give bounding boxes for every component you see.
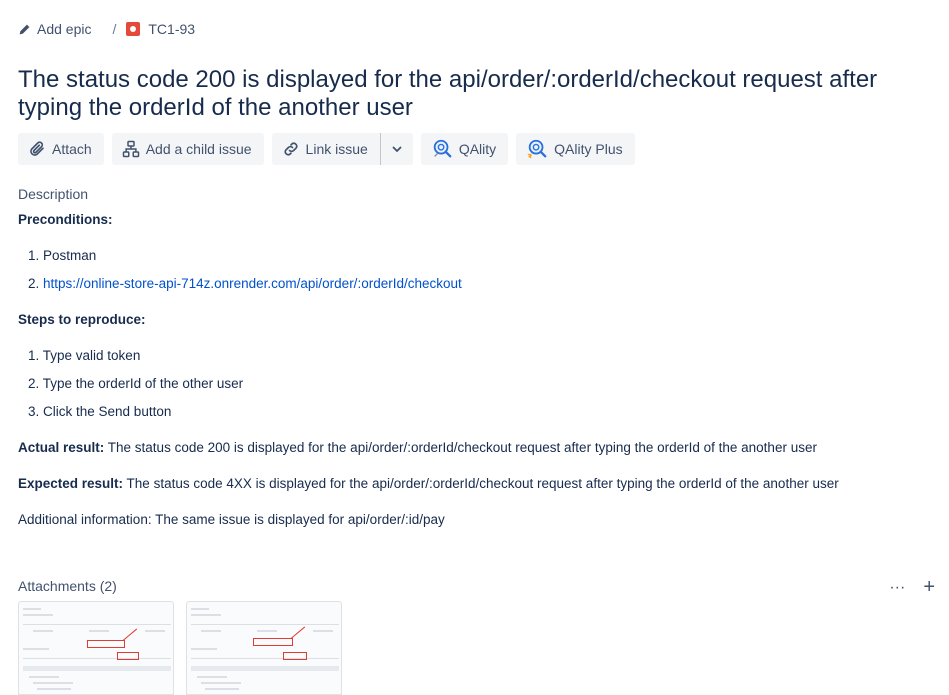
precondition-item: 1. Postman bbox=[28, 248, 97, 263]
more-options-icon[interactable]: ··· bbox=[889, 579, 905, 597]
attachment-thumbnail[interactable] bbox=[18, 601, 174, 695]
add-epic-label: Add epic bbox=[37, 21, 92, 37]
actual-result: Actual result: The status code 200 is di… bbox=[18, 440, 817, 455]
step-item: 3. Click the Send button bbox=[28, 404, 172, 419]
add-epic-link[interactable]: Add epic bbox=[18, 21, 91, 37]
link-issue-label: Link issue bbox=[305, 141, 368, 157]
hierarchy-icon bbox=[122, 140, 139, 158]
chevron-down-icon bbox=[392, 146, 402, 153]
step-item: 2. Type the orderId of the other user bbox=[28, 376, 244, 391]
step-item: 1. Type valid token bbox=[28, 348, 141, 363]
qality-plus-label: QAlity Plus bbox=[554, 141, 623, 157]
link-issue-button[interactable]: Link issue bbox=[271, 133, 380, 165]
qality-plus-button[interactable]: QAlity Plus bbox=[516, 133, 635, 165]
attach-label: Attach bbox=[52, 141, 92, 157]
preconditions-heading: Preconditions: bbox=[18, 212, 113, 227]
issue-key-link[interactable]: TC1-93 bbox=[126, 21, 195, 37]
add-child-issue-label: Add a child issue bbox=[145, 141, 252, 157]
expected-result: Expected result: The status code 4XX is … bbox=[18, 476, 839, 491]
breadcrumb: Add epic / TC1-93 bbox=[18, 19, 195, 39]
link-issue-dropdown-button[interactable] bbox=[380, 133, 413, 165]
attach-button[interactable]: Attach bbox=[18, 133, 104, 165]
paperclip-icon bbox=[30, 141, 44, 156]
link-issue-split-button: Link issue bbox=[271, 133, 413, 165]
bug-icon bbox=[126, 22, 141, 36]
checkout-endpoint-link[interactable]: https://online-store-api-714z.onrender.c… bbox=[43, 276, 462, 291]
qality-icon bbox=[433, 139, 452, 158]
attachment-thumbnail[interactable] bbox=[186, 601, 342, 695]
issue-title[interactable]: The status code 200 is displayed for the… bbox=[18, 66, 918, 122]
breadcrumb-separator: / bbox=[112, 21, 117, 37]
qality-plus-icon bbox=[527, 139, 547, 159]
steps-heading: Steps to reproduce: bbox=[18, 312, 146, 327]
additional-information: Additional information: The same issue i… bbox=[18, 512, 445, 527]
description-label: Description bbox=[18, 186, 89, 202]
attachments-label: Attachments (2) bbox=[18, 578, 117, 594]
add-attachment-icon[interactable]: + bbox=[923, 576, 935, 599]
issue-key: TC1-93 bbox=[148, 21, 196, 37]
precondition-item: 2. https://online-store-api-714z.onrende… bbox=[28, 276, 462, 291]
pencil-icon bbox=[19, 24, 30, 34]
qality-button[interactable]: QAlity bbox=[420, 133, 509, 165]
qality-label: QAlity bbox=[458, 141, 497, 157]
attachments-actions: ··· + bbox=[889, 576, 935, 599]
issue-toolbar: Attach Add a child issue Link issue QAli… bbox=[18, 133, 635, 165]
link-icon bbox=[284, 142, 298, 156]
add-child-issue-button[interactable]: Add a child issue bbox=[111, 133, 264, 165]
